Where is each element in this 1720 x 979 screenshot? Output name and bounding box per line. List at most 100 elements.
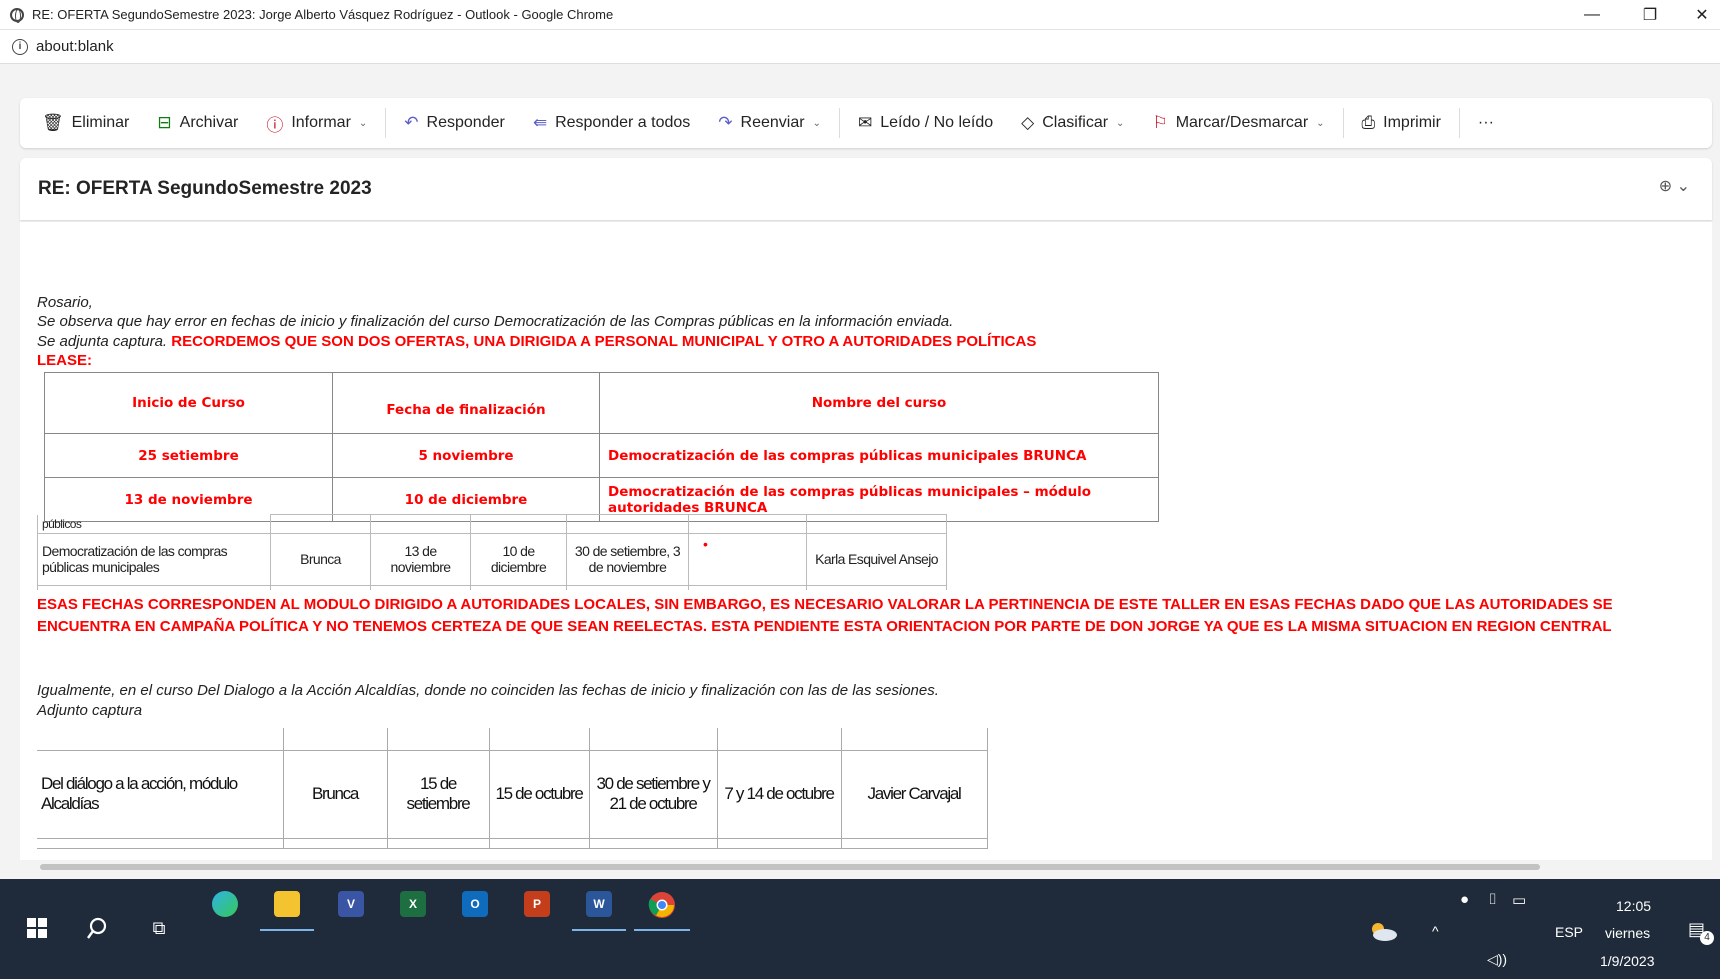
- table-cell: 25 setiembre: [44, 433, 333, 478]
- table-header: Nombre del curso: [599, 372, 1159, 434]
- capture-cell: Del diálogo a la acción, módulo Alcaldía…: [37, 749, 284, 839]
- capture-cell: [270, 514, 371, 534]
- active-indicator: [634, 929, 690, 931]
- body-line-2-red: RECORDEMOS QUE SON DOS OFERTAS, UNA DIRI…: [171, 333, 1037, 350]
- toolbar-divider: [385, 108, 387, 138]
- usb-icon[interactable]: ⌷: [1488, 891, 1497, 908]
- outlook-reading-pane: 🗑 Eliminar ⊟ Archivar ⓘ Informar ⌄ ↶ Responde…: [0, 64, 1720, 879]
- file-explorer-icon[interactable]: [274, 891, 300, 917]
- body-line-4: Adjunto captura: [37, 702, 143, 719]
- capture-cell: Democratización de las compras públicas …: [37, 532, 271, 586]
- delete-label: Eliminar: [71, 114, 130, 131]
- capture-cell: [688, 514, 807, 534]
- corrected-dates-table: Inicio de Curso Fecha de finalización No…: [44, 372, 1159, 522]
- excel-icon[interactable]: X: [400, 891, 426, 917]
- capture-cell: Karla Esquivel Ansejo: [806, 532, 947, 586]
- lease-label: LEASE:: [37, 352, 93, 369]
- clock-day[interactable]: viernes: [1605, 925, 1650, 941]
- capture-cell: [566, 514, 689, 534]
- url-text: about:blank: [36, 38, 114, 55]
- chevron-down-icon[interactable]: ⌄: [813, 118, 821, 129]
- body-line-2: Se adjunta captura. RECORDEMOS QUE SON D…: [37, 333, 1036, 350]
- chevron-up-icon[interactable]: ^: [1432, 923, 1439, 939]
- delete-button[interactable]: 🗑 Eliminar: [42, 113, 129, 133]
- language-indicator[interactable]: ESP: [1555, 924, 1583, 940]
- volume-icon[interactable]: ◁)): [1487, 951, 1507, 968]
- read-unread-button[interactable]: ✉ Leído / No leído: [858, 113, 993, 133]
- battery-icon[interactable]: ▭: [1512, 891, 1526, 909]
- chrome-icon[interactable]: [648, 891, 676, 919]
- word-icon[interactable]: W: [586, 891, 612, 917]
- report-button[interactable]: ⓘ Informar ⌄: [266, 111, 367, 136]
- forward-button[interactable]: ↷ Reenviar ⌄: [718, 113, 821, 133]
- categorize-label: Clasificar: [1042, 114, 1109, 131]
- windows-taskbar: ⧉ V X O P W ^ ● ⌷ ▭ ◁)) ESP 12:05 vierne…: [0, 879, 1720, 979]
- chevron-down-icon[interactable]: ⌄: [1316, 118, 1324, 129]
- chevron-down-icon[interactable]: ⌄: [359, 118, 367, 129]
- capture-cell: 15 de setiembre: [386, 749, 490, 839]
- restore-button[interactable]: ❐: [1628, 0, 1672, 30]
- minimize-button[interactable]: —: [1570, 0, 1614, 30]
- archive-label: Archivar: [179, 114, 239, 131]
- app-tray-icon[interactable]: ●: [1460, 891, 1469, 908]
- capture-cell: 15 de octubre: [488, 749, 590, 839]
- windows-start-icon[interactable]: [26, 917, 48, 939]
- horizontal-scrollbar[interactable]: [20, 860, 1712, 874]
- chevron-down-icon[interactable]: ⌄: [1116, 118, 1124, 129]
- toolbar-divider: [1342, 108, 1344, 138]
- close-button[interactable]: ✕: [1680, 0, 1720, 30]
- capture-cell: 13 de noviembre: [370, 532, 471, 586]
- capture-2-table: Del diálogo a la acción, módulo Alcaldía…: [37, 728, 988, 849]
- visio-icon[interactable]: V: [338, 891, 364, 917]
- powerpoint-icon[interactable]: P: [524, 891, 550, 917]
- address-bar[interactable]: i about:blank: [0, 30, 1720, 64]
- table-cell: Democratización de las compras públicas …: [599, 433, 1159, 478]
- flag-button[interactable]: ⚐ Marcar/Desmarcar ⌄: [1152, 113, 1324, 133]
- capture-cell: 30 de setiembre, 3 de noviembre: [566, 532, 689, 586]
- print-button[interactable]: ⎙ Imprimir: [1362, 113, 1441, 133]
- scrollbar-thumb[interactable]: [40, 864, 1540, 870]
- window-titlebar: RE: OFERTA SegundoSemestre 2023: Jorge A…: [0, 0, 1720, 30]
- capture-cell: públicos: [37, 514, 271, 534]
- task-view-icon[interactable]: ⧉: [148, 917, 170, 939]
- zoom-icon[interactable]: ⊕ ⌄: [1659, 176, 1690, 196]
- edge-icon[interactable]: [212, 891, 238, 917]
- envelope-open-icon: ✉: [857, 113, 873, 132]
- print-label: Imprimir: [1383, 114, 1441, 131]
- categorize-button[interactable]: ◇ Clasificar ⌄: [1021, 113, 1124, 133]
- body-line-2-prefix: Se adjunta captura.: [37, 333, 172, 350]
- table-header: Fecha de finalización: [332, 372, 600, 434]
- weather-icon[interactable]: [1368, 921, 1398, 941]
- archive-button[interactable]: ⊟ Archivar: [157, 113, 238, 133]
- clock-date[interactable]: 1/9/2023: [1600, 953, 1655, 969]
- outlook-icon[interactable]: O: [462, 891, 488, 917]
- reply-label: Responder: [426, 114, 505, 131]
- search-icon[interactable]: [86, 915, 112, 941]
- reply-icon: ↶: [404, 113, 419, 132]
- capture-1-table: públicos Democratización de las compras …: [37, 514, 947, 590]
- forward-label: Reenviar: [740, 114, 805, 131]
- more-actions-button[interactable]: ···: [1478, 114, 1494, 132]
- capture-cell: •: [688, 532, 807, 586]
- flag-icon: ⚐: [1152, 113, 1168, 132]
- red-warning-paragraph: ESAS FECHAS CORRESPONDEN AL MODULO DIRIG…: [37, 596, 1613, 635]
- reply-all-button[interactable]: ⇚ Responder a todos: [533, 113, 690, 133]
- reply-all-label: Responder a todos: [555, 114, 691, 131]
- capture-cell: [470, 514, 567, 534]
- clock-time[interactable]: 12:05: [1616, 898, 1651, 914]
- toolbar-divider: [1458, 108, 1460, 138]
- table-header: Inicio de Curso: [44, 372, 333, 434]
- toolbar-divider: [838, 108, 840, 138]
- screenshot-capture-1: públicos Democratización de las compras …: [37, 514, 967, 590]
- active-indicator: [572, 929, 626, 931]
- info-icon[interactable]: i: [12, 38, 28, 55]
- reply-button[interactable]: ↶ Responder: [404, 113, 505, 133]
- greeting: Rosario,: [37, 294, 93, 311]
- notification-count-badge: 4: [1700, 931, 1714, 945]
- read-unread-label: Leído / No leído: [880, 114, 994, 131]
- body-line-3: Igualmente, en el curso Del Dialogo a la…: [37, 682, 939, 699]
- chrome-globe-icon: [10, 7, 24, 23]
- subject-text: RE: OFERTA SegundoSemestre 2023: [38, 178, 372, 199]
- capture-cell: [370, 514, 471, 534]
- message-toolbar: 🗑 Eliminar ⊟ Archivar ⓘ Informar ⌄ ↶ Responde…: [20, 98, 1712, 148]
